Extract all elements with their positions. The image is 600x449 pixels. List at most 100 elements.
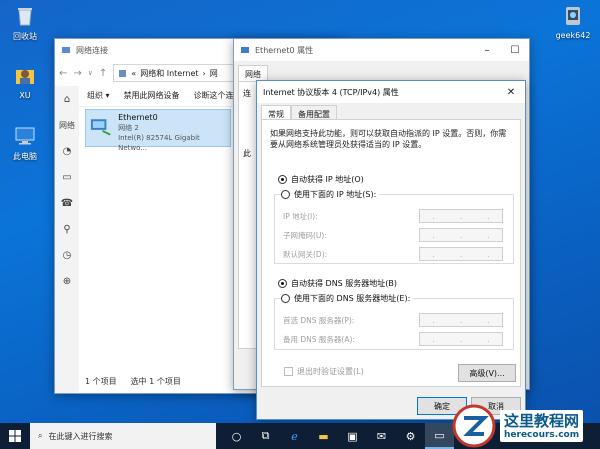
desktop-icon-label: geek642 [555, 31, 591, 40]
edge-icon[interactable]: ℯ [280, 423, 309, 449]
desktop-icon-geek[interactable]: geek642 [550, 4, 596, 40]
radio-use-dns[interactable]: 使用下面的 DNS 服务器地址(E): [281, 293, 414, 304]
general-tab-body: 如果网络支持此功能，则可以获取自动指派的 IP 设置。否则，你需要从网络系统管理… [261, 119, 521, 387]
desktop-icon-label: XU [19, 91, 31, 100]
dialog-title: Internet 协议版本 4 (TCP/IPv4) 属性 [263, 87, 399, 97]
desktop-icon-label: 回收站 [13, 32, 37, 41]
manual-ip-group: 使用下面的 IP 地址(S): IP 地址(I): ... 子网掩码(U): .… [274, 189, 514, 264]
item-count: 1 个项目 [85, 377, 117, 386]
watermark-text: 这里教程网 herecours.com [500, 410, 584, 442]
radio-obtain-dns-auto[interactable]: 自动获得 DNS 服务器地址(B) [278, 278, 397, 289]
network-adapter-icon [241, 47, 249, 53]
maximize-button[interactable]: ☐ [501, 39, 529, 61]
radio-label: 自动获得 DNS 服务器地址(B) [291, 279, 398, 288]
radio-use-ip[interactable]: 使用下面的 IP 地址(S): [281, 189, 380, 200]
field-label: 首选 DNS 服务器(P): [283, 315, 355, 325]
watermark: 这里教程网 herecours.com [452, 404, 600, 448]
app-icon [566, 7, 580, 25]
network-folder-icon [62, 47, 70, 53]
diagnose-button[interactable]: 诊断这个连 [194, 90, 234, 101]
radio-obtain-ip-auto[interactable]: 自动获得 IP 地址(O) [278, 174, 364, 185]
this-label: 此 [243, 149, 251, 158]
properties-panel: 连 此 [238, 81, 258, 349]
cortana-icon[interactable]: ○ [222, 423, 251, 449]
mail-icon[interactable]: ✉ [367, 423, 396, 449]
ipv4-properties-dialog: Internet 协议版本 4 (TCP/IPv4) 属性 ✕ 常规 备用配置 … [256, 80, 526, 420]
adapter-ethernet0[interactable]: Ethernet0 网络 2 Intel(R) 82574L Gigabit N… [85, 109, 231, 152]
adapter-name: Ethernet0 [118, 113, 158, 122]
field-label: 默认网关(D): [283, 249, 328, 259]
globe-icon[interactable]: ⊕ [55, 268, 79, 294]
alternate-dns-field: ... [419, 332, 503, 346]
checkbox-label: 退出时验证设置(L) [297, 367, 364, 376]
organize-button[interactable]: 组织 ▾ [87, 90, 110, 101]
taskbar-pinned: ○ ⧉ ℯ ▬ ▣ ✉ ⚙ ▭ [222, 423, 454, 449]
field-label: IP 地址(I): [283, 211, 318, 221]
subnet-mask-field: ... [419, 228, 503, 242]
address-separator: « [131, 68, 137, 78]
recycle-bin-icon [18, 8, 32, 26]
status-bar: 1 个项目 选中 1 个项目 [85, 376, 181, 387]
dialup-icon[interactable]: ☎ [55, 190, 79, 216]
disable-device-button[interactable]: 禁用此网络设备 [124, 90, 180, 101]
title-bar: Internet 协议版本 4 (TCP/IPv4) 属性 ✕ [257, 81, 525, 103]
preferred-dns-row: 首选 DNS 服务器(P): ... [283, 313, 503, 327]
store-icon[interactable]: ▣ [338, 423, 367, 449]
selected-count: 选中 1 个项目 [130, 377, 181, 386]
user-icon [16, 70, 34, 84]
status-icon[interactable]: ◔ [55, 138, 79, 164]
back-icon[interactable]: ← [59, 68, 67, 79]
radio-button[interactable] [281, 294, 290, 303]
breadcrumb-next[interactable]: 网 [210, 68, 218, 79]
ethernet-icon[interactable]: ▭ [55, 164, 79, 190]
desktop-icon-this-pc[interactable]: 此电脑 [2, 124, 48, 162]
connect-label: 连 [243, 89, 251, 98]
network-connections-taskbar-icon[interactable]: ▭ [425, 423, 454, 449]
up-icon[interactable]: ↑ [99, 68, 107, 79]
computer-icon [15, 127, 35, 145]
radio-button-checked[interactable] [278, 175, 287, 184]
alternate-dns-row: 备用 DNS 服务器(A): ... [283, 332, 503, 346]
radio-button[interactable] [281, 190, 290, 199]
watermark-en: herecours.com [504, 430, 580, 440]
taskbar-search-box[interactable]: ⌕ 在此键入进行搜索 [30, 423, 216, 449]
search-placeholder: 在此键入进行搜索 [48, 431, 113, 441]
radio-button-checked[interactable] [278, 279, 287, 288]
validate-settings-checkbox-row: 退出时验证设置(L) [284, 366, 364, 377]
field-label: 备用 DNS 服务器(A): [283, 334, 355, 344]
chevron-down-icon[interactable]: ∨ [88, 69, 93, 77]
manual-dns-group: 使用下面的 DNS 服务器地址(E): 首选 DNS 服务器(P): ... 备… [274, 293, 514, 350]
gateway-field: ... [419, 247, 503, 261]
watermark-logo-icon [452, 404, 496, 448]
start-button[interactable] [0, 423, 30, 449]
preferred-dns-field: ... [419, 313, 503, 327]
validate-checkbox [284, 367, 293, 376]
vpn-icon[interactable]: ⚲ [55, 216, 79, 242]
minimize-button[interactable]: – [473, 39, 501, 61]
windows-logo-icon [9, 430, 21, 442]
settings-gear-icon[interactable]: ⚙ [396, 423, 425, 449]
radio-label: 自动获得 IP 地址(O) [291, 175, 364, 184]
forward-icon[interactable]: → [73, 68, 81, 79]
adapter-device: Intel(R) 82574L Gigabit Netwo... [118, 134, 200, 152]
window-title: Ethernet0 属性 [255, 45, 314, 55]
advanced-button[interactable]: 高级(V)... [458, 364, 516, 382]
desktop-icon-recycle-bin[interactable]: 回收站 [2, 4, 48, 42]
ip-address-field: ... [419, 209, 503, 223]
data-usage-icon[interactable]: ◷ [55, 242, 79, 268]
home-icon[interactable]: ⌂ [55, 86, 79, 112]
network-adapter-icon [90, 119, 111, 136]
task-view-icon[interactable]: ⧉ [251, 423, 280, 449]
title-bar: Ethernet0 属性 – ☐ [234, 39, 529, 61]
subnet-mask-row: 子网掩码(U): ... [283, 228, 503, 242]
network-icon [119, 69, 127, 77]
breadcrumb-network-internet[interactable]: 网络和 Internet [140, 68, 198, 79]
desktop-icon-label: 此电脑 [13, 152, 37, 161]
file-explorer-icon[interactable]: ▬ [309, 423, 338, 449]
adapter-network: 网络 2 [118, 124, 139, 132]
ip-address-row: IP 地址(I): ... [283, 209, 503, 223]
search-icon: ⌕ [38, 431, 43, 440]
desktop-icon-user-folder[interactable]: XU [2, 64, 48, 100]
watermark-cn: 这里教程网 [504, 412, 580, 430]
close-button[interactable]: ✕ [497, 81, 525, 103]
